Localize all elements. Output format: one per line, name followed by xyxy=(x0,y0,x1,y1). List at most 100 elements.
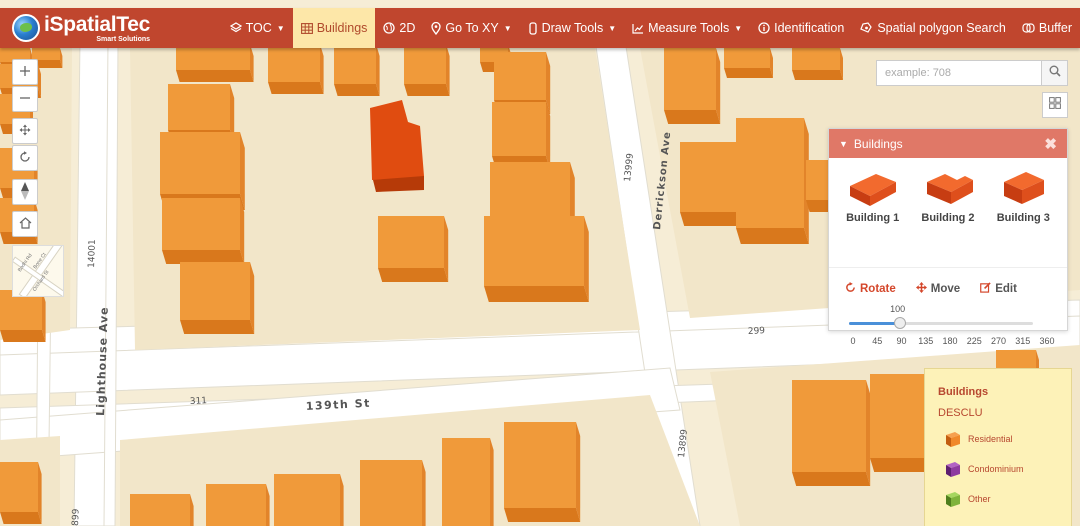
zoom-out-button[interactable] xyxy=(12,86,38,112)
building-footprint[interactable] xyxy=(180,262,255,334)
building-footprint[interactable] xyxy=(870,374,929,472)
building-footprint[interactable] xyxy=(176,44,254,82)
building-footprint[interactable] xyxy=(792,380,871,486)
condominium-swatch-icon xyxy=(946,462,960,477)
building-tile-1-label: Building 1 xyxy=(846,212,900,224)
building-footprint[interactable] xyxy=(724,48,773,78)
buildings-panel-header[interactable]: ▼ Buildings ✖ xyxy=(829,129,1067,158)
search-button[interactable] xyxy=(1041,61,1067,85)
building-wall xyxy=(736,228,809,244)
building-roof xyxy=(274,474,340,526)
nav-identification-label: Identification xyxy=(774,21,845,35)
nav-toc[interactable]: TOC ▼ xyxy=(222,8,293,48)
building-footprint[interactable] xyxy=(0,290,46,342)
rotate-view-button[interactable] xyxy=(12,145,38,171)
basemap-gallery-button[interactable] xyxy=(1042,92,1068,118)
rotation-slider[interactable]: 100 0 45 90 135 180 225 270 315 360 xyxy=(849,304,1055,346)
legend-field: DESCLU xyxy=(938,407,983,419)
building-roof xyxy=(680,142,736,212)
nav-measure-tools-label: Measure Tools xyxy=(648,21,730,35)
overview-minimap[interactable]: Bodhi Rd Bone Ct Orchard St xyxy=(12,245,64,297)
slider-tick-labels: 0 45 90 135 180 225 270 315 360 xyxy=(849,336,1054,348)
building-footprint[interactable] xyxy=(378,216,449,282)
building-roof xyxy=(792,380,866,472)
close-icon[interactable]: ✖ xyxy=(1044,135,1057,153)
building-footprint[interactable] xyxy=(504,422,581,522)
building-footprint[interactable] xyxy=(130,494,194,526)
building-footprint[interactable] xyxy=(492,102,551,170)
building-footprint[interactable] xyxy=(404,44,450,96)
building-wall xyxy=(268,82,324,94)
rotate-tool-button[interactable]: Rotate xyxy=(845,282,896,296)
nav-toc-label: TOC xyxy=(245,21,272,35)
chevron-down-icon: ▼ xyxy=(608,23,617,33)
nav-goto-xy[interactable]: Go To XY ▼ xyxy=(423,8,519,48)
building-wall xyxy=(664,110,721,124)
slider-fill xyxy=(849,322,901,325)
building-tile-2[interactable]: Building 2 xyxy=(915,166,981,267)
building-roof xyxy=(378,216,444,268)
building-roof xyxy=(490,162,570,224)
table-icon xyxy=(300,22,313,34)
building-footprint[interactable] xyxy=(268,44,324,94)
home-button[interactable] xyxy=(12,211,38,237)
nav-buffer[interactable]: Buffer xyxy=(1014,8,1080,48)
building-roof xyxy=(180,262,250,320)
building-wall xyxy=(0,512,42,524)
nav-2d-label: 2D xyxy=(399,21,416,35)
pan-button[interactable] xyxy=(12,118,38,144)
building-footprint[interactable] xyxy=(680,142,741,226)
building-wall xyxy=(680,212,741,226)
plus-icon xyxy=(19,64,31,80)
chart-line-icon xyxy=(632,23,644,34)
polygon-search-icon xyxy=(860,22,873,34)
search-input[interactable] xyxy=(877,61,1041,85)
building-roof xyxy=(162,198,240,250)
logo[interactable]: iSpatialTec Smart Solutions xyxy=(0,8,222,48)
nav-identification[interactable]: Identification xyxy=(750,8,852,48)
building-footprint[interactable] xyxy=(736,118,809,244)
building-tile-3[interactable]: Building 3 xyxy=(990,166,1056,267)
slider-tick-label: 360 xyxy=(1039,336,1055,346)
compass-button[interactable] xyxy=(12,179,38,205)
building-footprint[interactable] xyxy=(0,462,42,524)
building-footprint[interactable] xyxy=(274,474,344,526)
building-footprint[interactable] xyxy=(484,216,589,302)
residential-swatch-icon xyxy=(946,432,960,447)
buildings-panel-title: Buildings xyxy=(853,136,903,151)
nav-buildings[interactable]: Buildings xyxy=(292,8,376,48)
buildings-panel: ▼ Buildings ✖ Building 1 Building 2 Buil… xyxy=(828,128,1068,346)
building-roof xyxy=(0,462,38,512)
move-icon xyxy=(915,282,927,296)
building-footprint[interactable] xyxy=(334,44,380,96)
globe-icon xyxy=(383,22,396,34)
building-roof xyxy=(130,494,190,526)
building-tile-2-label: Building 2 xyxy=(921,212,975,224)
nav-measure-tools[interactable]: Measure Tools ▼ xyxy=(624,8,750,48)
nav-spatial-polygon-search[interactable]: Spatial polygon Search xyxy=(852,8,1014,48)
edit-tool-button[interactable]: Edit xyxy=(980,282,1017,296)
info-circle-icon xyxy=(758,22,770,34)
building-wall xyxy=(490,438,494,526)
slider-tick-label: 225 xyxy=(966,336,982,346)
globe-logo-icon xyxy=(12,14,40,42)
legend-item-condominium: Condominium xyxy=(943,459,1071,479)
building-footprint[interactable] xyxy=(442,438,494,526)
slider-handle[interactable] xyxy=(894,317,907,329)
number-label-899: 899 xyxy=(71,508,82,526)
nav-2d[interactable]: 2D xyxy=(375,8,423,48)
nav-draw-tools[interactable]: Draw Tools ▼ xyxy=(520,8,625,48)
legend-item-label: Other xyxy=(968,494,991,504)
rotate-icon xyxy=(19,150,31,166)
building-tile-1[interactable]: Building 1 xyxy=(840,166,906,267)
building-footprint[interactable] xyxy=(206,484,270,526)
rotate-tool-label: Rotate xyxy=(860,283,896,295)
zoom-in-button[interactable] xyxy=(12,59,38,85)
move-tool-button[interactable]: Move xyxy=(915,282,960,296)
building-footprint[interactable] xyxy=(360,460,426,526)
building-footprint[interactable] xyxy=(162,198,245,264)
building-footprint[interactable] xyxy=(664,48,721,124)
building-wall xyxy=(576,422,581,522)
brand-name: iSpatialTec xyxy=(44,12,151,36)
building-footprint[interactable] xyxy=(792,48,843,80)
